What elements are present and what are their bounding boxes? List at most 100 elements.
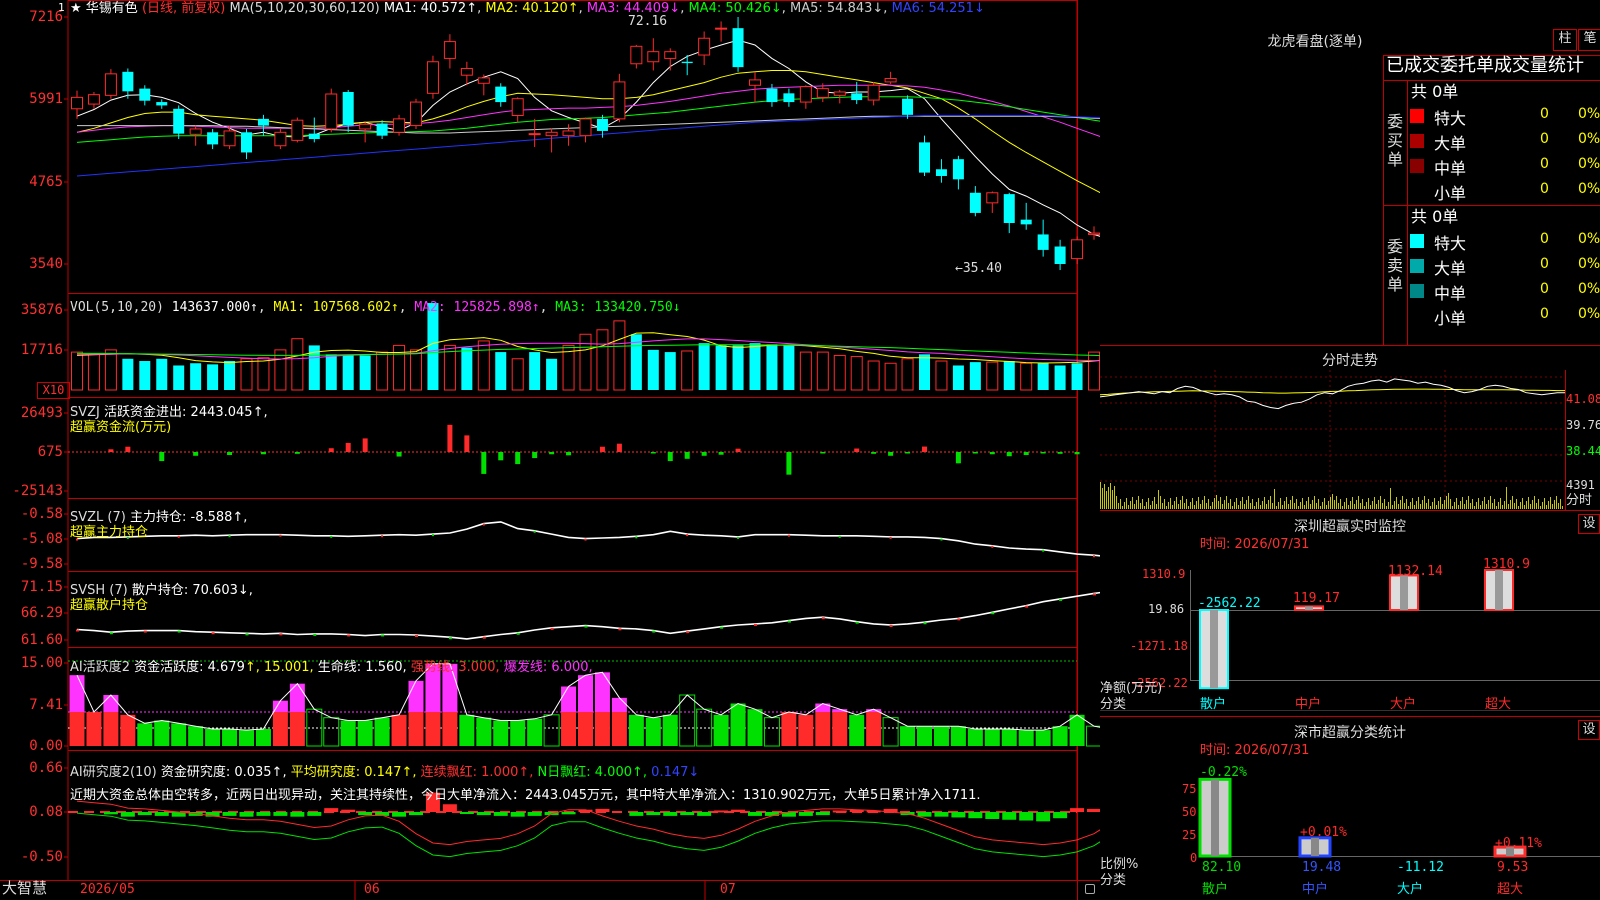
- monitor-category: 散户: [1200, 697, 1227, 712]
- tab-zhu[interactable]: 柱: [1553, 29, 1577, 51]
- classify-category: 大户: [1397, 882, 1424, 897]
- candle-body: [393, 118, 406, 133]
- candle-body: [274, 131, 287, 147]
- tab-bi[interactable]: 笔: [1578, 29, 1600, 51]
- svzl-dot: [889, 536, 892, 539]
- intraday-title: 分时走势: [1322, 353, 1378, 369]
- candle-body: [528, 133, 541, 136]
- vol-bar: [901, 358, 914, 391]
- monitor-title: 深圳超赢实时监控: [1294, 519, 1406, 535]
- svzj-bar: [125, 446, 131, 452]
- ma2-value: MA2: 40.120↑: [485, 1, 579, 16]
- ai1-bar-red: [289, 712, 305, 746]
- vol-bar: [342, 355, 354, 390]
- ai2-bar: [1036, 812, 1051, 822]
- ai1-bar-red: [832, 712, 848, 746]
- stock-mode[interactable]: (日线, 前复权): [142, 1, 225, 16]
- monitor-category: 超大: [1485, 697, 1512, 712]
- vol-def: VOL(5,10,20): [70, 300, 164, 315]
- vol-unit-badge[interactable]: X10: [37, 382, 70, 399]
- vol-bar: [207, 364, 219, 390]
- svzj-bar: [820, 452, 826, 454]
- svsh-dot: [516, 632, 520, 635]
- buy-row: 特大 0 0%: [1410, 104, 1600, 128]
- sell-total: 共 0单: [1411, 207, 1459, 226]
- vol-bar: [766, 344, 778, 390]
- buy-row: 中单 0 0%: [1410, 154, 1600, 178]
- ai1-bar-outline: [323, 717, 340, 747]
- monitor-date: 时间: 2026/07/31: [1200, 537, 1310, 552]
- vol-bar: [816, 351, 829, 391]
- ai2-header: AI研究度2(10) 资金研究度: 0.035↑, 平均研究度: 0.147↑,…: [70, 765, 699, 781]
- ytick-5-2: 0.00: [29, 738, 63, 754]
- svzl-dot: [431, 534, 434, 537]
- ai1-bar-red: [442, 712, 458, 746]
- vol-bar: [1037, 363, 1049, 390]
- ai1-bar-magenta: [594, 672, 610, 712]
- intraday-vol-label: 4391: [1566, 478, 1595, 492]
- sell-swatch: [1410, 259, 1424, 273]
- ai2-bar: [1019, 812, 1034, 821]
- ai1-bar-red: [103, 712, 119, 746]
- ai2-bar: [256, 812, 271, 816]
- ai1-bar-green: [849, 714, 865, 746]
- classify-settings-button[interactable]: 设: [1578, 720, 1600, 740]
- star-icon[interactable]: ★: [70, 1, 82, 16]
- candle-body: [749, 79, 761, 86]
- ai2-bar: [561, 812, 576, 815]
- svzl-dot: [1042, 549, 1045, 552]
- candle-body: [579, 118, 592, 137]
- svzl-dot: [686, 534, 689, 537]
- ai2-bar: [290, 812, 305, 817]
- vol-bar: [1071, 363, 1083, 390]
- monitor-settings-button[interactable]: 设: [1578, 514, 1600, 534]
- candle-body: [647, 51, 660, 63]
- vol-bar: [1003, 361, 1015, 390]
- svsh-dot: [245, 633, 249, 636]
- high-annotation: 72.16: [628, 14, 668, 29]
- svzj-bar: [498, 452, 504, 461]
- candle-body: [766, 88, 778, 103]
- ai1-bar-green: [1001, 729, 1017, 746]
- candle-body: [1003, 194, 1015, 224]
- svzj-bar: [362, 438, 368, 452]
- candle-body: [732, 28, 744, 68]
- sell-pct: 0%: [1578, 231, 1600, 247]
- sell-label: 特大: [1434, 234, 1467, 253]
- svzj-bar: [328, 448, 334, 452]
- buy-swatch: [1410, 184, 1424, 198]
- monitor-value-label: -2562.22: [1198, 596, 1261, 611]
- kline-ma-2: [76, 70, 1100, 194]
- ma-def: MA(5,10,20,30,60,120): [229, 1, 380, 16]
- svzl-dot: [482, 523, 485, 526]
- ai2-bar: [985, 812, 1000, 819]
- candle-body: [698, 37, 711, 56]
- ai2-bar: [1002, 812, 1017, 820]
- ai2-bar: [341, 809, 356, 812]
- sell-qty: 0: [1540, 281, 1549, 297]
- sell-label: 中单: [1434, 284, 1467, 303]
- ai2-bar: [917, 812, 932, 817]
- ai1-bar-outline: [1086, 725, 1100, 747]
- ai1-bar-magenta: [611, 697, 627, 712]
- ai2-bar: [697, 812, 712, 816]
- svzj-bar: [905, 452, 911, 454]
- ai2-bar: [154, 812, 169, 816]
- ai1-bar-green: [1052, 726, 1068, 746]
- vol-bar: [613, 320, 626, 391]
- buy-pct: 0%: [1578, 131, 1600, 147]
- intraday-time-label: 分时: [1566, 493, 1593, 508]
- ai1-bar-magenta: [289, 683, 305, 712]
- lock-icon[interactable]: [1085, 884, 1095, 894]
- ai2-commentary: 近期大资金总体由空转多，近两日出现异动，关注其持续性，今日大单净流入：2443.…: [70, 788, 981, 803]
- vol-bar: [139, 361, 151, 390]
- svzl-dot: [228, 535, 231, 538]
- sell-row: 小单 0 0%: [1410, 304, 1600, 328]
- svsh-dot: [991, 612, 995, 615]
- candle-body: [1037, 234, 1049, 250]
- svzl-line-path: [76, 521, 1100, 557]
- candle-body: [241, 132, 252, 153]
- candle-body: [308, 133, 320, 140]
- brand-logo[interactable]: 大智慧: [2, 880, 47, 896]
- ai1-bar-green: [188, 726, 204, 746]
